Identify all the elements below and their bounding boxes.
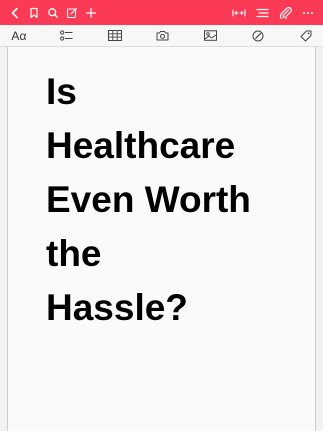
search-icon[interactable] (44, 4, 62, 22)
compose-icon[interactable] (63, 4, 81, 22)
title-line: Is (46, 71, 77, 112)
more-icon[interactable] (299, 4, 317, 22)
sketch-icon[interactable] (249, 27, 267, 45)
media-icon[interactable] (201, 27, 219, 45)
notes-app: Aα Is Healthcare Even Worth the Hassle? (0, 0, 323, 431)
bookmark-icon[interactable] (25, 4, 43, 22)
top-bar-right-group (230, 4, 317, 22)
title-line: Hassle? (46, 287, 188, 328)
tag-icon[interactable] (297, 27, 315, 45)
attach-icon[interactable] (276, 4, 294, 22)
collapse-icon[interactable] (230, 4, 248, 22)
table-icon[interactable] (106, 27, 124, 45)
list-icon[interactable] (253, 4, 271, 22)
note-editor[interactable]: Is Healthcare Even Worth the Hassle? (7, 47, 316, 431)
checklist-icon[interactable] (58, 27, 76, 45)
camera-icon[interactable] (153, 27, 171, 45)
font-style-button[interactable]: Aα (10, 27, 28, 45)
note-title[interactable]: Is Healthcare Even Worth the Hassle? (46, 65, 296, 335)
add-icon[interactable] (82, 4, 100, 22)
title-line: Healthcare (46, 125, 236, 166)
format-toolbar: Aα (0, 25, 323, 47)
top-bar-left-group (6, 4, 100, 22)
top-bar (0, 0, 323, 25)
font-style-label: Aα (11, 28, 27, 43)
title-line: the (46, 233, 102, 274)
back-icon[interactable] (6, 4, 24, 22)
title-line: Even Worth (46, 179, 251, 220)
